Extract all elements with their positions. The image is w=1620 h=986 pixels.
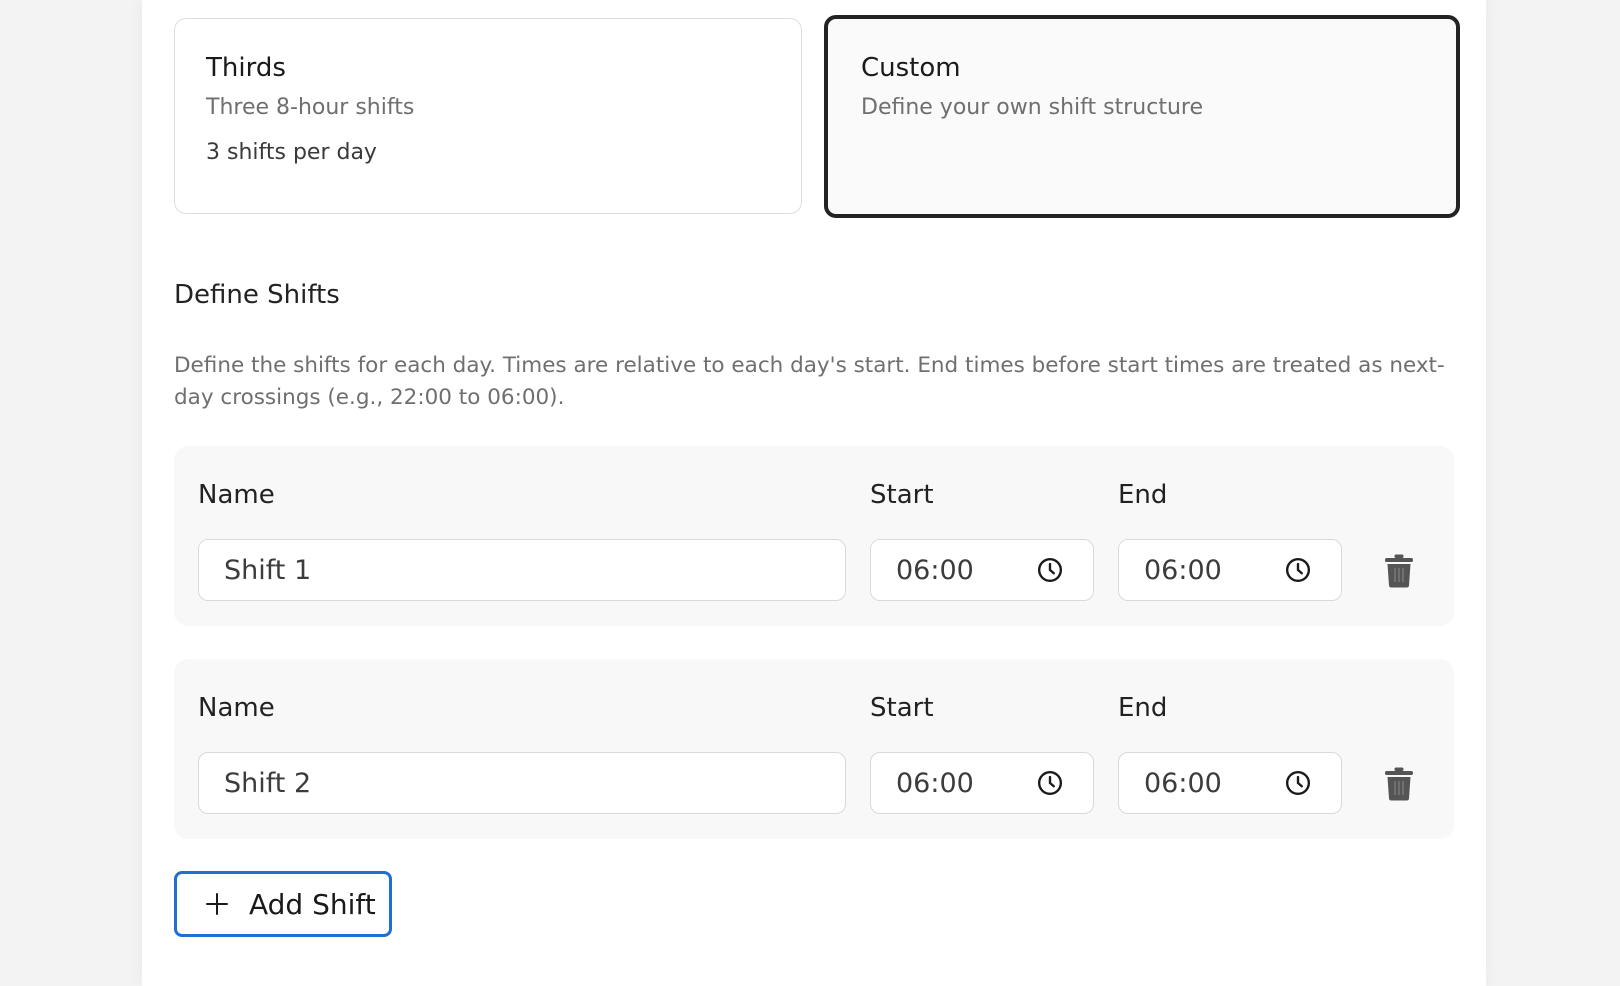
preset-title: Custom [861,53,961,83]
add-shift-button[interactable]: Add Shift [174,871,392,937]
end-time-value: 06:00 [1144,767,1222,799]
end-time-input[interactable]: 06:00 [1118,752,1342,814]
preset-subtitle: Three 8-hour shifts [206,95,415,120]
shift-name-value: Shift 2 [224,767,312,799]
section-title: Define Shifts [174,280,340,310]
trash-icon[interactable] [1384,554,1414,588]
start-time-value: 06:00 [896,554,974,586]
clock-icon[interactable] [1285,770,1311,796]
end-label: End [1118,480,1168,510]
end-label: End [1118,693,1168,723]
preset-card-thirds[interactable]: Thirds Three 8-hour shifts 3 shifts per … [174,18,802,214]
preset-card-custom[interactable]: Custom Define your own shift structure [824,15,1460,218]
trash-icon[interactable] [1384,767,1414,801]
name-label: Name [198,693,275,723]
shift-name-input[interactable]: Shift 1 [198,539,846,601]
end-time-input[interactable]: 06:00 [1118,539,1342,601]
plus-icon [206,893,228,915]
shift-row: Name Start End Shift 1 06:00 06:00 [174,446,1454,626]
start-time-value: 06:00 [896,767,974,799]
clock-icon[interactable] [1037,770,1063,796]
start-label: Start [870,480,934,510]
start-time-input[interactable]: 06:00 [870,752,1094,814]
end-time-value: 06:00 [1144,554,1222,586]
start-label: Start [870,693,934,723]
shift-name-value: Shift 1 [224,554,312,586]
shift-name-input[interactable]: Shift 2 [198,752,846,814]
preset-meta: 3 shifts per day [206,140,377,165]
preset-subtitle: Define your own shift structure [861,95,1203,120]
clock-icon[interactable] [1037,557,1063,583]
name-label: Name [198,480,275,510]
add-shift-label: Add Shift [249,887,376,921]
settings-panel: Thirds Three 8-hour shifts 3 shifts per … [142,0,1486,986]
start-time-input[interactable]: 06:00 [870,539,1094,601]
clock-icon[interactable] [1285,557,1311,583]
section-description: Define the shifts for each day. Times ar… [174,353,1445,410]
preset-title: Thirds [206,53,286,83]
shift-row: Name Start End Shift 2 06:00 06:00 [174,659,1454,839]
